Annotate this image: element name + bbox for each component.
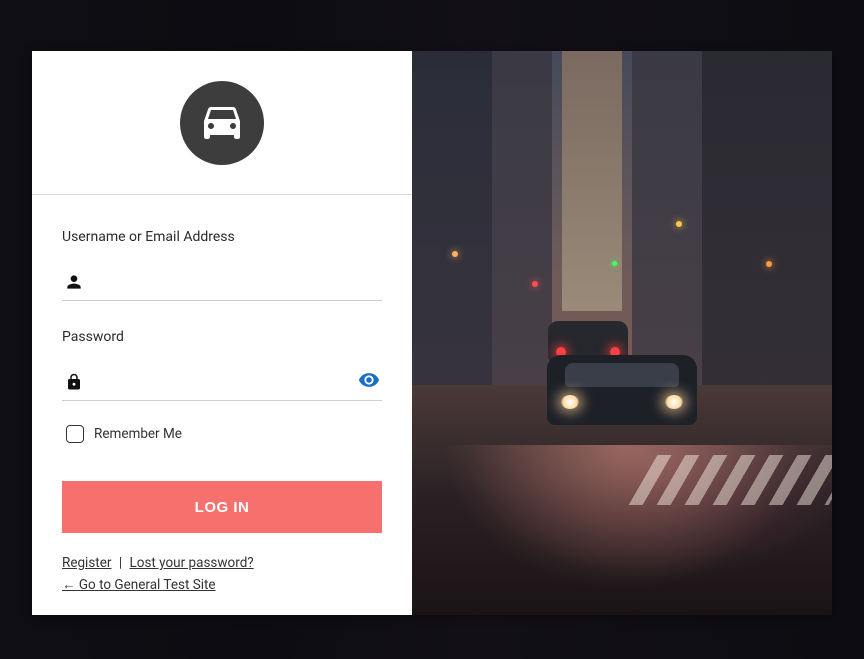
person-icon — [62, 272, 86, 292]
logo-circle — [180, 81, 264, 165]
login-form: Username or Email Address Password — [32, 195, 412, 615]
username-input[interactable] — [86, 270, 382, 294]
login-card: Username or Email Address Password — [32, 51, 832, 615]
eye-icon — [358, 369, 380, 395]
username-field-wrap — [62, 263, 382, 301]
remember-checkbox[interactable] — [66, 425, 84, 443]
remember-row: Remember Me — [62, 425, 382, 443]
logo-area — [32, 51, 412, 195]
login-button[interactable]: LOG IN — [62, 481, 382, 533]
form-pane: Username or Email Address Password — [32, 51, 412, 615]
back-to-site-link[interactable]: ← Go to General Test Site — [62, 577, 216, 593]
username-label: Username or Email Address — [62, 229, 382, 245]
password-input[interactable] — [86, 370, 356, 394]
toggle-password-visibility[interactable] — [356, 369, 382, 395]
back-row: ← Go to General Test Site — [62, 577, 382, 593]
lost-password-link[interactable]: Lost your password? — [129, 555, 253, 571]
remember-label: Remember Me — [94, 426, 182, 442]
car-icon — [198, 97, 246, 149]
password-label: Password — [62, 329, 382, 345]
register-link[interactable]: Register — [62, 555, 111, 571]
aux-links: Register | Lost your password? — [62, 555, 382, 571]
lock-icon — [62, 373, 86, 391]
link-separator: | — [115, 555, 126, 571]
password-field-wrap — [62, 363, 382, 401]
hero-image — [412, 51, 832, 615]
